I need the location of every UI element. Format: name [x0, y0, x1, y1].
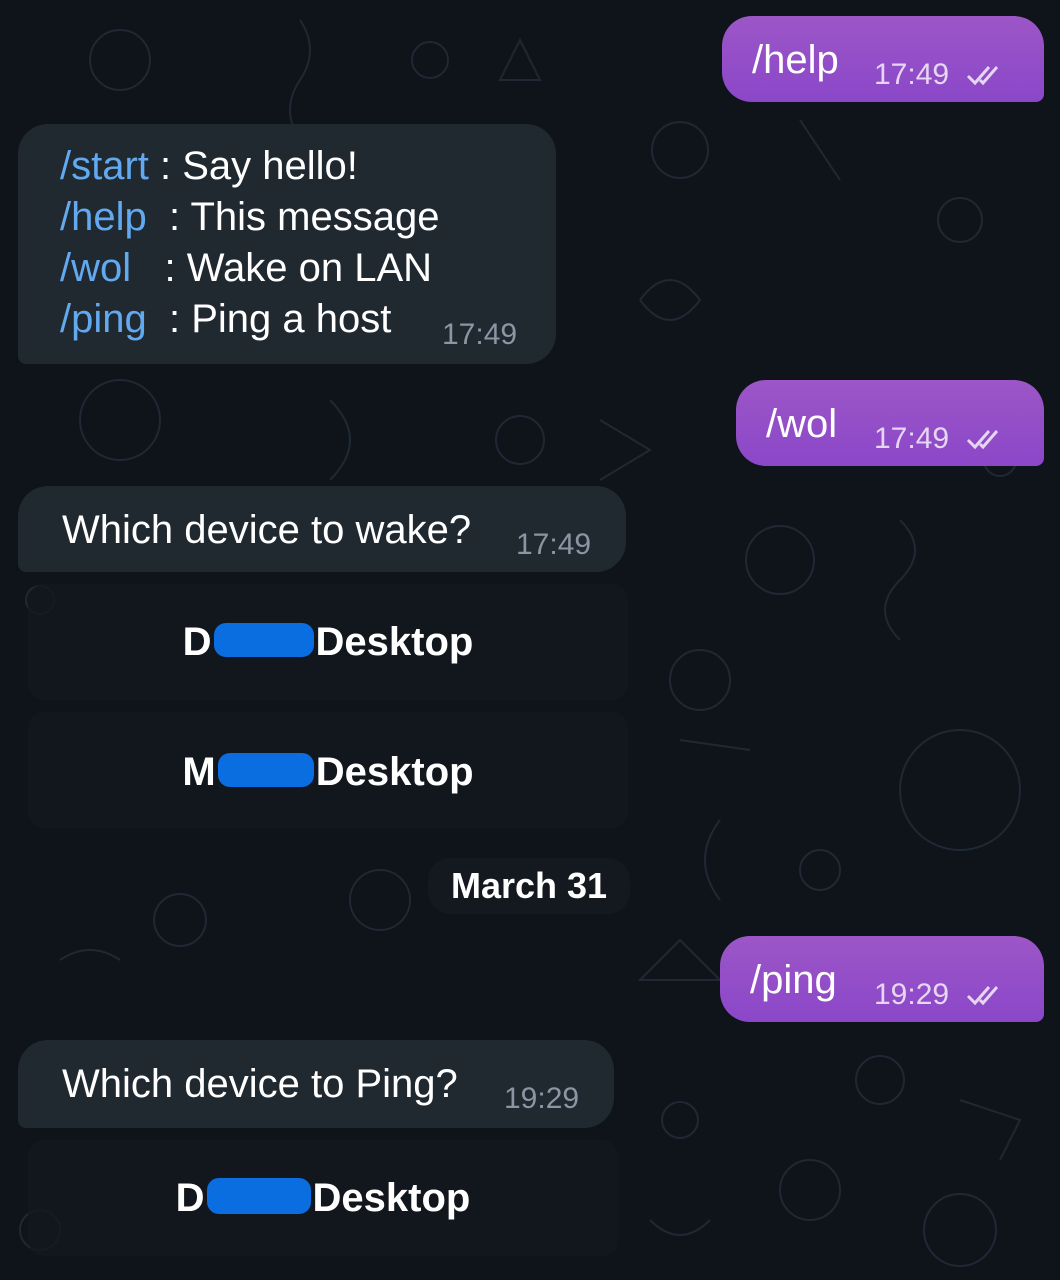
- incoming-message-wake: Which device to wake? 17:49: [18, 486, 626, 572]
- message-text: /wol: [766, 402, 838, 446]
- command-description: This message: [190, 195, 440, 239]
- message-time: 19:29: [504, 1082, 580, 1115]
- label-suffix: Desktop: [312, 1176, 471, 1220]
- label-prefix: M: [182, 750, 216, 794]
- double-check-icon: [966, 430, 999, 450]
- label-suffix: Desktop: [315, 620, 474, 664]
- double-check-icon: [966, 986, 999, 1006]
- command-line-wol: /wol : Wake on LAN: [60, 244, 432, 292]
- command-separator: :: [131, 246, 187, 290]
- redaction-mark: [217, 753, 314, 788]
- command-description: Wake on LAN: [186, 246, 433, 290]
- command-line-start: /start : Say hello!: [60, 142, 358, 190]
- command-link-ping[interactable]: /ping: [60, 297, 147, 341]
- message-time: 17:49: [442, 318, 518, 351]
- command-line-ping: /ping : Ping a host: [60, 295, 391, 343]
- label-prefix: D: [182, 620, 212, 664]
- button-label: M Desktop: [28, 750, 628, 795]
- message-text: Which device to wake?: [62, 508, 472, 552]
- double-check-icon: [966, 66, 999, 86]
- message-text: Which device to Ping?: [62, 1062, 458, 1106]
- command-link-wol[interactable]: /wol: [60, 246, 131, 290]
- button-label: D Desktop: [28, 1176, 618, 1221]
- label-prefix: D: [175, 1176, 205, 1220]
- button-label: D Desktop: [28, 620, 628, 665]
- message-time: 17:49: [516, 528, 592, 561]
- message-text: /help: [752, 38, 839, 82]
- incoming-message-command-list: /start : Say hello! /help : This message…: [18, 124, 556, 364]
- date-label: March 31: [450, 865, 608, 906]
- command-description: Ping a host: [191, 297, 392, 341]
- message-time: 19:29: [874, 978, 950, 1011]
- incoming-message-ping: Which device to Ping? 19:29: [18, 1040, 614, 1128]
- command-separator: :: [146, 195, 191, 239]
- outgoing-message-wol[interactable]: /wol 17:49: [736, 380, 1044, 466]
- message-time: 17:49: [874, 58, 950, 91]
- redaction-mark: [213, 623, 314, 658]
- command-description: Say hello!: [182, 144, 358, 188]
- inline-button-device-1[interactable]: D Desktop: [28, 584, 628, 700]
- redaction-mark: [206, 1178, 311, 1215]
- command-link-help[interactable]: /help: [60, 195, 147, 239]
- inline-button-device-2[interactable]: M Desktop: [28, 712, 628, 828]
- command-line-help: /help : This message: [60, 193, 439, 241]
- command-link-start[interactable]: /start: [60, 144, 149, 188]
- date-separator: March 31: [428, 858, 630, 914]
- command-separator: :: [148, 144, 183, 188]
- message-text: /ping: [750, 958, 837, 1002]
- outgoing-message-help[interactable]: /help 17:49: [722, 16, 1044, 102]
- message-time: 17:49: [874, 422, 950, 455]
- outgoing-message-ping[interactable]: /ping 19:29: [720, 936, 1044, 1022]
- command-separator: :: [146, 297, 192, 341]
- label-suffix: Desktop: [315, 750, 474, 794]
- inline-button-ping-device-1[interactable]: D Desktop: [28, 1140, 618, 1256]
